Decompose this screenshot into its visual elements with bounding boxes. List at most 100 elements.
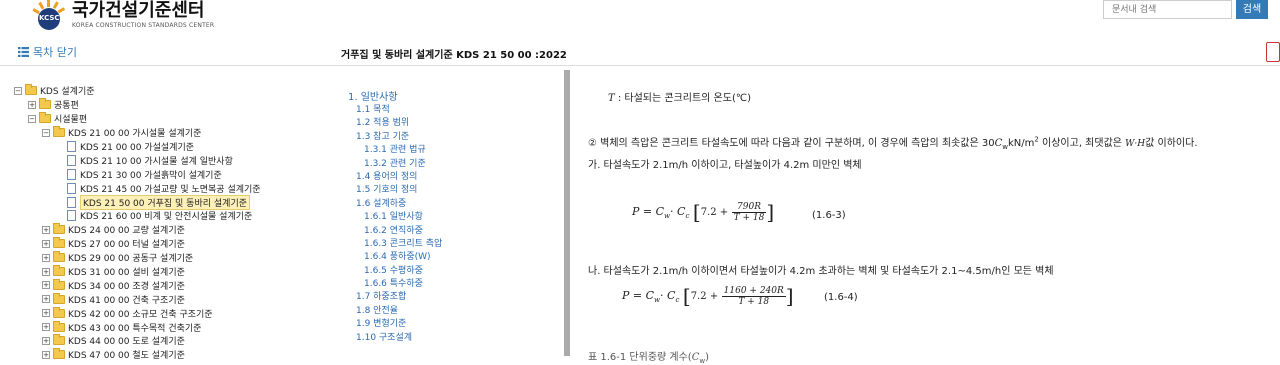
equation-number-1: (1.6-3) (812, 210, 846, 221)
toc-link[interactable]: 1.4 용어의 정의 (348, 169, 548, 182)
site-header: KCSC 국가건설기준센터 KOREA CONSTRUCTION STANDAR… (0, 0, 1280, 36)
toc-link[interactable]: 1.8 안전율 (348, 303, 548, 316)
standards-tree: − KDS 설계기준 + 공통편 − 시설물편 − KDS 21 00 00 가시설물 설계기… (14, 84, 304, 362)
collapse-icon[interactable]: − (14, 86, 22, 95)
toc-link[interactable]: 1.6.6 특수하중 (348, 276, 548, 289)
tree-item-label: 공통편 (54, 101, 79, 112)
tree-item-label: KDS 42 00 00 소규모 건축 구조기준 (68, 309, 213, 320)
toc-link[interactable]: 1.6.4 풍하중(W) (348, 249, 548, 262)
collapse-icon[interactable]: − (28, 114, 36, 123)
folder-icon (53, 348, 65, 360)
tree-folder-item[interactable]: + KDS 34 00 00 조경 설계기준 (14, 278, 304, 292)
tree-document-item[interactable]: KDS 21 60 00 비계 및 안전시설물 설계기준 (14, 209, 304, 223)
toc-link[interactable]: 1.6.1 일반사항 (348, 209, 548, 222)
tree-document-item[interactable]: KDS 21 50 00 거푸집 및 동바리 설계기준 (14, 194, 304, 210)
tree-document-item[interactable]: KDS 21 00 00 가설설계기준 (14, 140, 304, 154)
toc-link[interactable]: 1.1 목적 (348, 102, 548, 115)
toc-link[interactable]: 1.3 참고 기준 (348, 129, 548, 142)
folder-icon (39, 112, 51, 124)
equation-number-2: (1.6-4) (824, 292, 858, 303)
expand-icon[interactable]: + (42, 350, 50, 359)
tree-folder-item[interactable]: + KDS 47 00 00 철도 설계기준 (14, 348, 304, 362)
tree-folder-item[interactable]: + KDS 41 00 00 건축 구조기준 (14, 292, 304, 306)
kcsc-emblem-icon: KCSC (30, 0, 68, 32)
folder-icon (53, 251, 65, 263)
folder-icon (53, 278, 65, 290)
tree-folder-item[interactable]: + KDS 43 00 00 특수목적 건축기준 (14, 320, 304, 334)
toc-link[interactable]: 1.6.3 콘크리트 측압 (348, 236, 548, 249)
folder-icon (53, 320, 65, 332)
tree-item-label: KDS 41 00 00 건축 구조기준 (68, 295, 185, 306)
expand-icon[interactable]: + (42, 323, 50, 332)
folder-icon (53, 334, 65, 346)
logo-title: 국가건설기준센터 (72, 0, 205, 21)
folder-icon (53, 292, 65, 304)
formula-1-6-4: P = Cw· Cc [7.2 + 1160 + 240R T + 18] (622, 284, 794, 308)
tree-item-label: KDS 29 00 00 공동구 설계기준 (68, 254, 194, 265)
toc-link[interactable]: 1.3.2 관련 기준 (348, 156, 548, 169)
toc-link[interactable]: 1.6.5 수평하중 (348, 263, 548, 276)
tree-folder-item[interactable]: + KDS 24 00 00 교량 설계기준 (14, 223, 304, 237)
folder-icon (53, 126, 65, 138)
tree-folder-item[interactable]: + 공통편 (14, 98, 304, 112)
tree-item-label: KDS 31 00 00 설비 설계기준 (68, 268, 185, 279)
toc-link[interactable]: 1.5 기호의 정의 (348, 182, 548, 195)
table-of-contents: 1. 일반사항 1.1 목적 1.2 적용 범위 1.3 참고 기준 1.3.1 관련… (348, 88, 548, 343)
tree-item-label: KDS 27 00 00 터널 설계기준 (68, 240, 185, 251)
expand-icon[interactable]: + (42, 309, 50, 318)
toc-link[interactable]: 1.6 설계하중 (348, 196, 548, 209)
folder-icon (53, 306, 65, 318)
expand-icon[interactable]: + (42, 267, 50, 276)
expand-icon[interactable]: + (42, 253, 50, 262)
toc-link[interactable]: 1.9 변형기준 (348, 316, 548, 329)
document-icon (67, 154, 76, 166)
toc-link[interactable]: 1.7 하중조합 (348, 289, 548, 302)
expand-icon[interactable]: + (42, 239, 50, 248)
tree-folder-item[interactable]: − KDS 21 00 00 가시설물 설계기준 (14, 126, 304, 140)
tree-item-label: KDS 21 50 00 거푸집 및 동바리 설계기준 (80, 194, 251, 210)
toc-heading[interactable]: 1. 일반사항 (348, 88, 548, 103)
collapse-icon[interactable]: − (42, 128, 50, 137)
tree-item-label: KDS 21 60 00 비계 및 안전시설물 설계기준 (80, 212, 253, 223)
document-title: 거푸집 및 동바리 설계기준 KDS 21 50 00 :2022 (341, 50, 567, 61)
tree-folder-item[interactable]: + KDS 27 00 00 터널 설계기준 (14, 237, 304, 251)
logo-subtitle: KOREA CONSTRUCTION STANDARDS CENTER (72, 22, 215, 29)
expand-icon[interactable]: + (42, 295, 50, 304)
document-search-input[interactable] (1103, 0, 1232, 19)
toc-link[interactable]: 1.2 적용 범위 (348, 115, 548, 128)
tree-item-label: KDS 21 00 00 가설설계기준 (80, 143, 195, 153)
tree-item-label: KDS 47 00 00 철도 설계기준 (68, 351, 185, 362)
tree-item-label: KDS 21 00 00 가시설물 설계기준 (68, 129, 202, 140)
tree-folder-item[interactable]: + KDS 31 00 00 설비 설계기준 (14, 265, 304, 279)
search-button[interactable]: 검색 (1236, 0, 1268, 19)
table-caption: 표 1.6-1 단위중량 계수(Cw) (588, 352, 710, 365)
folder-icon (39, 98, 51, 110)
tree-item-label: KDS 24 00 00 교량 설계기준 (68, 226, 185, 237)
tree-document-item[interactable]: KDS 21 10 00 가시설물 설계 일반사항 (14, 153, 304, 167)
tree-folder-item[interactable]: + KDS 42 00 00 소규모 건축 구조기준 (14, 306, 304, 320)
hwp-download-icon[interactable] (1266, 42, 1280, 62)
pane-divider[interactable] (564, 70, 570, 356)
tree-folder-item[interactable]: + KDS 44 00 00 도로 설계기준 (14, 334, 304, 348)
site-logo[interactable]: KCSC 국가건설기준센터 KOREA CONSTRUCTION STANDAR… (30, 0, 214, 32)
expand-icon[interactable]: + (42, 281, 50, 290)
toc-link[interactable]: 1.3.1 관련 법규 (348, 142, 548, 155)
tree-item-label: KDS 43 00 00 특수목적 건축기준 (68, 323, 202, 334)
tree-item-label: KDS 21 30 00 가설흙막이 설계기준 (80, 170, 222, 181)
toc-link[interactable]: 1.10 구조설계 (348, 330, 548, 343)
tree-folder-item[interactable]: − KDS 설계기준 (14, 84, 304, 98)
expand-icon[interactable]: + (42, 225, 50, 234)
expand-icon[interactable]: + (28, 100, 36, 109)
toc-toggle-button[interactable]: 목차 닫기 (18, 44, 77, 60)
tree-document-item[interactable]: KDS 21 30 00 가설흙막이 설계기준 (14, 167, 304, 181)
document-icon (67, 141, 76, 152)
folder-icon (53, 223, 65, 235)
tree-folder-item[interactable]: + KDS 29 00 00 공동구 설계기준 (14, 251, 304, 265)
folder-icon (53, 237, 65, 249)
wall-pressure-paragraph: ② 벽체의 측압은 콘크리트 타설속도에 따라 다음과 같이 구분하며, 이 경… (588, 135, 1198, 151)
tree-item-label: KDS 34 00 00 조경 설계기준 (68, 281, 185, 292)
toc-link[interactable]: 1.6.2 연직하중 (348, 223, 548, 236)
expand-icon[interactable]: + (42, 336, 50, 345)
tree-document-item[interactable]: KDS 21 45 00 가설교량 및 노면복공 설계기준 (14, 181, 304, 195)
tree-folder-item[interactable]: − 시설물편 (14, 112, 304, 126)
